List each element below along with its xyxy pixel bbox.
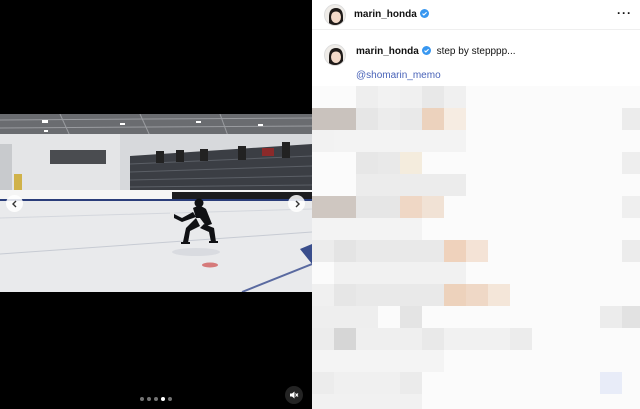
carousel-indicator [140,397,172,401]
post-image[interactable] [0,114,312,292]
previous-slide-button[interactable] [6,195,23,212]
avatar[interactable] [324,44,346,66]
verified-badge-icon [421,46,431,55]
post-caption: marin_honda step by stepppp... [356,45,626,58]
carousel-dot [147,397,151,401]
post-side-panel: marin_honda ··· marin_honda step by step… [312,0,640,409]
mention-link[interactable]: @shomarin_memo [356,70,441,81]
caption-text: step by stepppp... [436,46,516,57]
next-slide-button[interactable] [288,195,305,212]
chevron-right-icon [295,200,300,207]
carousel-dot [154,397,158,401]
carousel-dot [140,397,144,401]
post-media [0,0,312,409]
post-header: marin_honda ··· [312,0,640,30]
username[interactable]: marin_honda [354,9,429,20]
caption-username[interactable]: marin_honda [356,46,431,57]
blurred-comments-area [312,86,640,409]
carousel-dot-active [161,397,165,401]
mute-icon [290,391,299,399]
more-options-icon[interactable]: ··· [617,7,632,19]
carousel-dot [168,397,172,401]
mute-button[interactable] [285,386,303,404]
avatar[interactable] [324,4,346,26]
chevron-left-icon [11,200,16,207]
verified-badge-icon [419,9,429,18]
